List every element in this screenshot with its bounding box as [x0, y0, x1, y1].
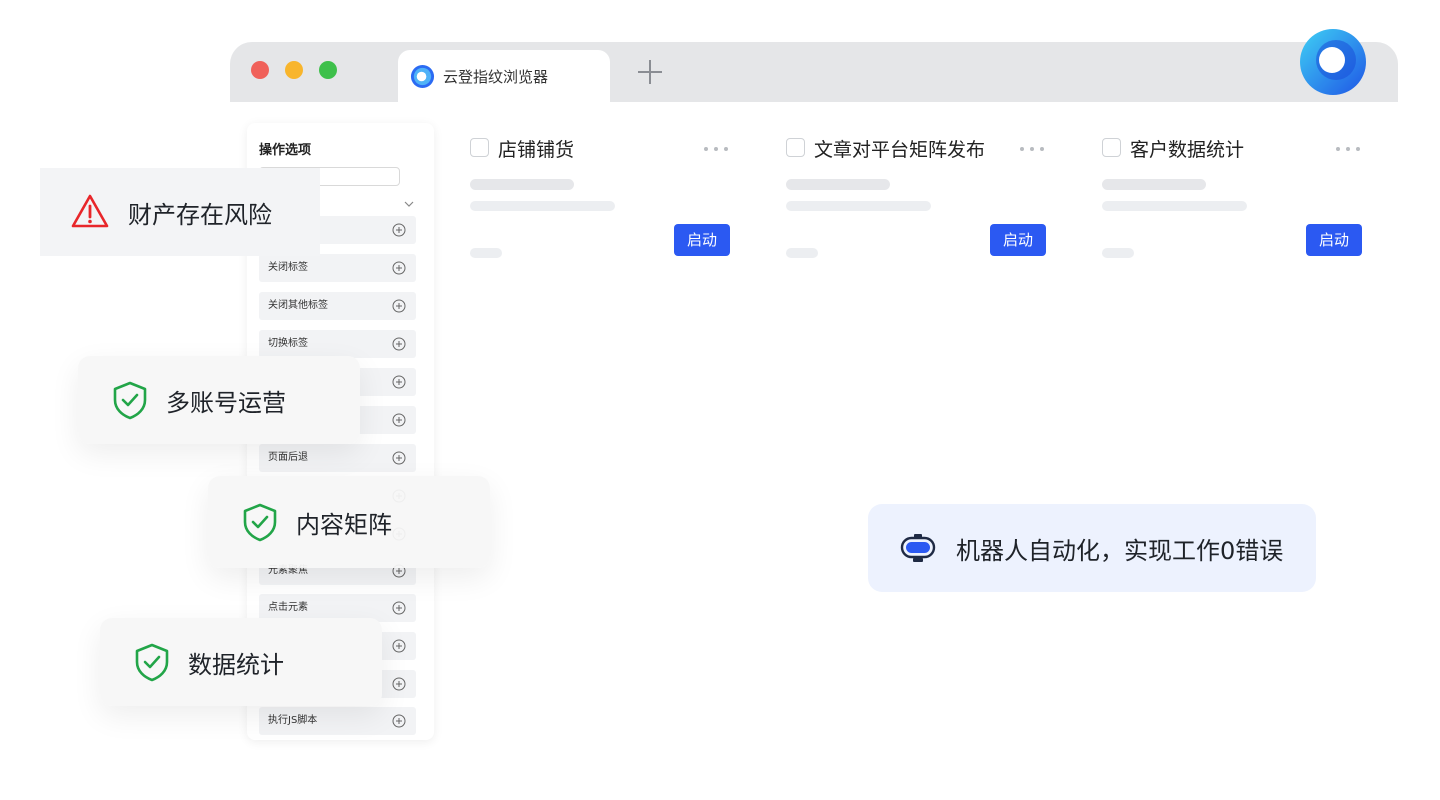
- op-item-label: 执行JS脚本: [268, 715, 318, 726]
- op-item-label: 页面后退: [268, 452, 308, 463]
- op-item[interactable]: 执行JS脚本: [259, 707, 416, 735]
- robot-icon: [900, 534, 936, 562]
- more-options-icon[interactable]: [703, 145, 729, 153]
- minimize-window-button[interactable]: [285, 61, 303, 79]
- new-tab-plus-icon[interactable]: [636, 58, 664, 86]
- placeholder-line: [1102, 179, 1206, 190]
- placeholder-line: [1102, 248, 1134, 258]
- placeholder-line: [786, 201, 931, 211]
- risk-badge: 财产存在风险: [40, 168, 320, 256]
- data-stats-badge: 数据统计: [100, 618, 382, 706]
- multi-account-label: 多账号运营: [166, 388, 286, 417]
- browser-tab[interactable]: 云登指纹浏览器: [398, 50, 610, 102]
- add-circle-icon[interactable]: [392, 375, 406, 389]
- placeholder-line: [470, 248, 502, 258]
- browser-logo-icon: [410, 64, 435, 88]
- add-circle-icon[interactable]: [392, 299, 406, 313]
- op-item-label: 切换标签: [268, 338, 308, 349]
- start-button[interactable]: 启动: [990, 224, 1046, 256]
- robot-automation-callout: 机器人自动化，实现工作0错误: [868, 504, 1316, 592]
- placeholder-line: [786, 179, 890, 190]
- add-circle-icon[interactable]: [392, 601, 406, 615]
- op-item[interactable]: 页面后退: [259, 444, 416, 472]
- card-checkbox[interactable]: [786, 138, 805, 157]
- task-card: 店铺铺货 启动: [455, 123, 745, 270]
- op-item-label: 关闭其他标签: [268, 300, 328, 311]
- placeholder-line: [1102, 201, 1247, 211]
- close-window-button[interactable]: [251, 61, 269, 79]
- content-matrix-badge: 内容矩阵: [208, 476, 490, 568]
- risk-label: 财产存在风险: [128, 200, 272, 229]
- card-checkbox[interactable]: [1102, 138, 1121, 157]
- brand-logo-icon: [1300, 29, 1366, 95]
- task-card: 客户数据统计 启动: [1087, 123, 1377, 270]
- task-card: 文章对平台矩阵发布 启动: [771, 123, 1061, 270]
- robot-automation-text: 机器人自动化，实现工作0错误: [956, 536, 1284, 565]
- card-title: 客户数据统计: [1130, 139, 1245, 161]
- add-circle-icon[interactable]: [392, 413, 406, 427]
- add-circle-icon[interactable]: [392, 677, 406, 691]
- card-title: 文章对平台矩阵发布: [814, 139, 986, 161]
- op-item[interactable]: 关闭标签: [259, 254, 416, 282]
- browser-titlebar: 云登指纹浏览器: [230, 42, 1398, 102]
- maximize-window-button[interactable]: [319, 61, 337, 79]
- multi-account-badge: 多账号运营: [78, 356, 360, 444]
- op-item[interactable]: 关闭其他标签: [259, 292, 416, 320]
- more-options-icon[interactable]: [1335, 145, 1361, 153]
- warning-triangle-icon: [71, 194, 109, 228]
- placeholder-line: [470, 179, 574, 190]
- more-options-icon[interactable]: [1019, 145, 1045, 153]
- card-checkbox[interactable]: [470, 138, 489, 157]
- add-circle-icon[interactable]: [392, 639, 406, 653]
- add-circle-icon[interactable]: [392, 714, 406, 728]
- shield-check-icon: [113, 381, 147, 420]
- panel-title: 操作选项: [259, 143, 312, 158]
- card-title: 店铺铺货: [498, 139, 575, 161]
- start-button[interactable]: 启动: [1306, 224, 1362, 256]
- data-stats-label: 数据统计: [188, 650, 284, 679]
- op-item-label: 关闭标签: [268, 262, 308, 273]
- shield-check-icon: [243, 503, 277, 542]
- add-circle-icon[interactable]: [392, 451, 406, 465]
- add-circle-icon[interactable]: [392, 337, 406, 351]
- add-circle-icon[interactable]: [392, 223, 406, 237]
- tab-title: 云登指纹浏览器: [443, 67, 549, 86]
- chevron-down-icon[interactable]: [404, 200, 414, 208]
- placeholder-line: [470, 201, 615, 211]
- content-matrix-label: 内容矩阵: [296, 510, 392, 539]
- shield-check-icon: [135, 643, 169, 682]
- start-button[interactable]: 启动: [674, 224, 730, 256]
- add-circle-icon[interactable]: [392, 261, 406, 275]
- op-item-label: 点击元素: [268, 602, 308, 613]
- placeholder-line: [786, 248, 818, 258]
- stage: 云登指纹浏览器 操作选项 关闭标签 关闭其他标签 切换标签 页面后退 元素聚焦 …: [0, 0, 1440, 800]
- op-item[interactable]: 切换标签: [259, 330, 416, 358]
